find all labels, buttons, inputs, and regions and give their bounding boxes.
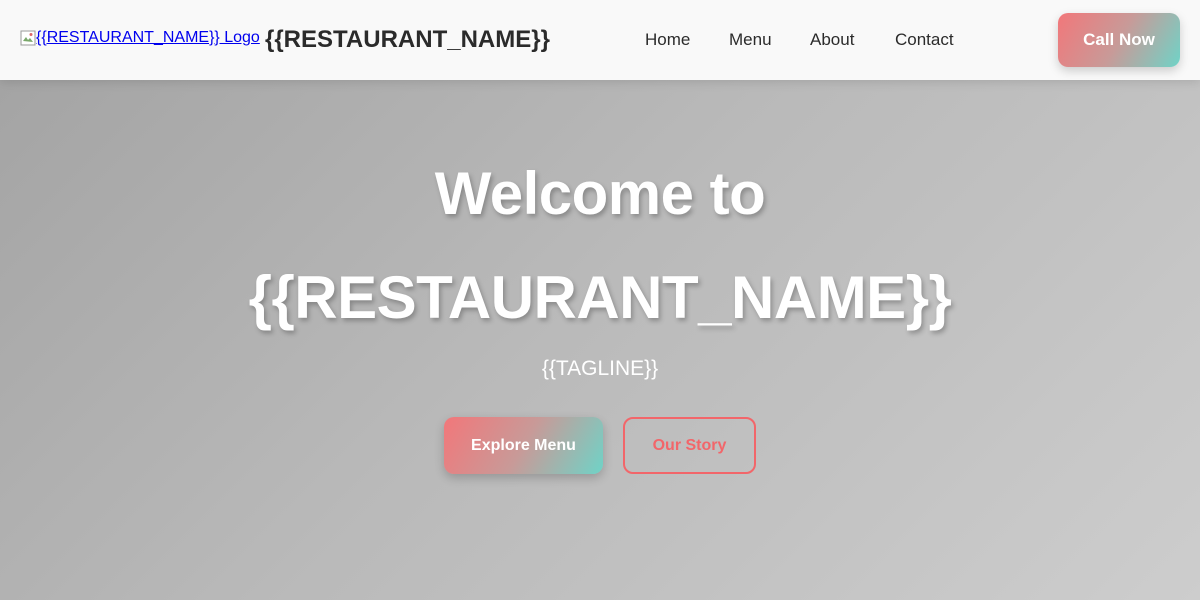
hero-tagline: {{TAGLINE}}	[541, 357, 659, 380]
logo-link[interactable]: {{RESTAURANT_NAME}} Logo	[20, 28, 260, 48]
site-header: {{RESTAURANT_NAME}} Logo {{RESTAURANT_NA…	[0, 0, 1200, 80]
broken-image-icon	[20, 30, 36, 46]
nav-about[interactable]: About	[810, 28, 854, 52]
hero-title-line-1: Welcome to	[434, 160, 766, 227]
nav-home[interactable]: Home	[645, 28, 690, 52]
logo-alt-text[interactable]: {{RESTAURANT_NAME}} Logo	[36, 28, 260, 48]
nav-contact[interactable]: Contact	[895, 28, 954, 52]
hero-title: Welcome to {{RESTAURANT_NAME}}	[0, 142, 1200, 350]
brand-name: {{RESTAURANT_NAME}}	[265, 26, 550, 53]
hero-title-line-2: {{RESTAURANT_NAME}}	[248, 264, 952, 331]
our-story-button[interactable]: Our Story	[623, 417, 756, 474]
call-now-button[interactable]: Call Now	[1058, 13, 1180, 67]
explore-menu-button[interactable]: Explore Menu	[444, 417, 603, 474]
hero-section: Welcome to {{RESTAURANT_NAME}} {{TAGLINE…	[0, 80, 1200, 600]
nav-menu[interactable]: Menu	[729, 28, 772, 52]
